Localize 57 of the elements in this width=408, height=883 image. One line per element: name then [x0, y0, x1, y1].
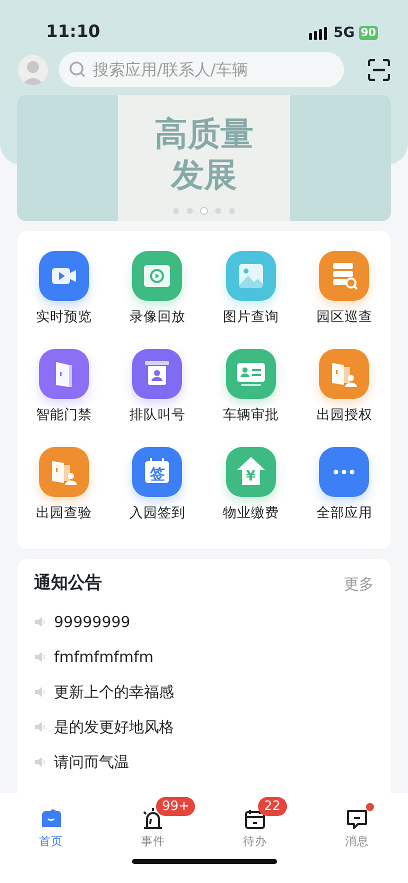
- calendar-sign-icon[interactable]: 签: [132, 447, 182, 497]
- speaker-icon: [34, 651, 46, 663]
- calendar-icon: [243, 807, 267, 831]
- speaker-icon: [34, 616, 46, 628]
- server-search-icon[interactable]: [319, 251, 370, 301]
- app-label[interactable]: 排队叫号: [129, 405, 186, 426]
- message-icon: [345, 807, 369, 831]
- carousel-dot[interactable]: [187, 208, 193, 214]
- speaker-icon: [34, 686, 46, 698]
- more-icon[interactable]: [319, 447, 370, 497]
- carousel-dot[interactable]: [201, 208, 207, 214]
- tab-button[interactable]: 待办 22: [204, 793, 306, 852]
- avatar-icon[interactable]: [18, 54, 48, 84]
- app-label[interactable]: 车辆审批: [222, 405, 279, 426]
- door-person-icon[interactable]: [38, 447, 89, 497]
- door-icon[interactable]: [38, 349, 89, 399]
- notice-item[interactable]: 99999999: [54, 610, 130, 634]
- count-badge: 99+: [156, 797, 196, 816]
- notice-item[interactable]: fmfmfmfmfm: [54, 646, 154, 668]
- carousel-dot[interactable]: [215, 208, 221, 214]
- id-card-icon[interactable]: [226, 349, 276, 399]
- search-icon: [69, 61, 86, 78]
- notice-item[interactable]: 请问而气温: [54, 750, 129, 774]
- app-label[interactable]: 实时预览: [36, 307, 92, 328]
- app-label[interactable]: 录像回放: [129, 307, 186, 328]
- speaker-icon: [34, 756, 46, 768]
- app-label[interactable]: 物业缴费: [222, 503, 279, 524]
- app-label[interactable]: 出园授权: [316, 405, 372, 426]
- app-label[interactable]: 园区巡查: [316, 307, 372, 328]
- banner-text: 高质量: [154, 112, 254, 154]
- app-label[interactable]: 入园签到: [129, 503, 186, 524]
- notice-item[interactable]: 更新上个的幸福感: [54, 680, 174, 704]
- app-label[interactable]: 图片查询: [222, 307, 279, 328]
- search-field[interactable]: 搜索应用/联系人/车辆: [59, 52, 344, 87]
- door-person-icon[interactable]: [319, 349, 370, 399]
- image-icon[interactable]: [226, 251, 276, 301]
- replay-icon[interactable]: [132, 251, 182, 301]
- ticket-person-icon[interactable]: [132, 349, 182, 399]
- app-label[interactable]: 智能门禁: [36, 405, 92, 426]
- network-label: 5G: [333, 24, 355, 42]
- section-title: 通知公告: [34, 572, 102, 595]
- app-label[interactable]: 出园查验: [36, 503, 92, 524]
- tab-button[interactable]: 消息: [306, 793, 408, 852]
- speaker-icon: [34, 721, 46, 733]
- notice-item[interactable]: 是的发更好地风格: [54, 716, 174, 738]
- battery-level: 90: [358, 26, 378, 40]
- carousel-dot[interactable]: [173, 208, 179, 214]
- video-camera-icon[interactable]: [38, 251, 89, 301]
- tab-button[interactable]: 事件 99+: [102, 793, 204, 852]
- count-badge: 22: [258, 797, 287, 816]
- tab-button[interactable]: 首页: [0, 793, 102, 852]
- status-time: 11:10: [46, 21, 100, 44]
- banner-text: 发展: [171, 154, 237, 196]
- scan-icon[interactable]: [368, 58, 390, 80]
- app-label[interactable]: 全部应用: [316, 503, 372, 524]
- carousel-dot[interactable]: [229, 208, 235, 214]
- signal-icon: [309, 26, 330, 40]
